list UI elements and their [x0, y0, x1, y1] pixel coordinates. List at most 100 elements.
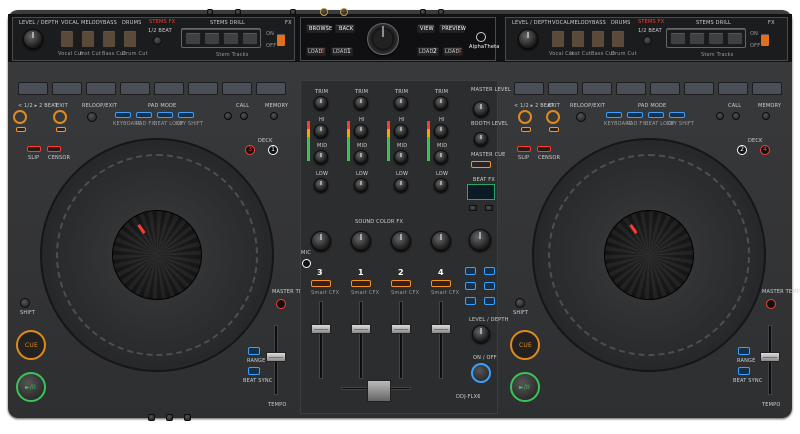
beat-button[interactable] [643, 36, 652, 45]
level-depth-knob[interactable] [472, 325, 490, 343]
stem-bass-button[interactable] [591, 30, 605, 48]
beat-sync-button[interactable] [738, 367, 750, 375]
eq-mid-knob[interactable] [394, 150, 408, 164]
load-4-button[interactable]: LOAD 4 [443, 47, 463, 56]
master-tempo-button[interactable] [276, 299, 286, 309]
master-cue-button[interactable] [471, 161, 491, 168]
pad[interactable] [222, 82, 252, 95]
channel-fader[interactable] [311, 324, 331, 334]
back-button[interactable]: BACK [335, 24, 355, 33]
load-1-button[interactable]: LOAD 1 [331, 47, 353, 56]
pad-mode-beatjump[interactable] [648, 112, 664, 118]
pad[interactable] [188, 82, 218, 95]
loop-double-button[interactable] [56, 127, 66, 132]
view-button[interactable]: VIEW [417, 24, 435, 33]
cue-button[interactable]: CUE [16, 330, 46, 360]
shift-button[interactable] [515, 298, 525, 308]
channel-fader[interactable] [351, 324, 371, 334]
beat-fx-channel-button[interactable] [465, 282, 476, 290]
master-level-knob[interactable] [473, 101, 489, 117]
loop-in-button[interactable] [518, 110, 532, 124]
beat-sync-button[interactable] [248, 367, 260, 375]
beat-fx-channel-knob[interactable] [469, 229, 491, 251]
drill-pad[interactable] [204, 32, 220, 45]
stem-drums-button[interactable] [123, 30, 137, 48]
beat-fx-on-button[interactable] [471, 363, 491, 383]
fx-toggle[interactable] [760, 33, 770, 47]
pad-mode-padfx[interactable] [627, 112, 643, 118]
memory-button[interactable] [762, 112, 770, 120]
pad[interactable] [18, 82, 48, 95]
loop-half-button[interactable] [16, 127, 26, 132]
pad[interactable] [120, 82, 150, 95]
pad[interactable] [718, 82, 748, 95]
drill-pad[interactable] [185, 32, 201, 45]
eq-mid-knob[interactable] [434, 150, 448, 164]
drill-pad[interactable] [670, 32, 686, 45]
stem-drums-button[interactable] [611, 30, 625, 48]
color-fx-knob[interactable] [431, 231, 451, 251]
pad-mode-sampler[interactable] [669, 112, 685, 118]
trim-knob[interactable] [354, 96, 368, 110]
color-fx-knob[interactable] [391, 231, 411, 251]
channel-cue-button[interactable] [431, 280, 451, 287]
deck-4-button[interactable]: 4 [760, 145, 770, 155]
load-2-button[interactable]: LOAD 2 [417, 47, 439, 56]
browse-rotary[interactable] [367, 23, 399, 55]
memory-button[interactable] [270, 112, 278, 120]
reloop-button[interactable] [576, 112, 586, 122]
beat-fx-channel-button[interactable] [484, 267, 495, 275]
beat-fx-select[interactable] [485, 205, 493, 211]
pad[interactable] [684, 82, 714, 95]
slip-button[interactable] [27, 146, 41, 152]
censor-button[interactable] [47, 146, 61, 152]
drill-pad[interactable] [708, 32, 724, 45]
pad-mode-hotcue[interactable] [606, 112, 622, 118]
shift-button[interactable] [20, 298, 30, 308]
loop-in-button[interactable] [13, 110, 27, 124]
eq-low-knob[interactable] [434, 178, 448, 192]
drill-pad[interactable] [242, 32, 258, 45]
beat-fx-channel-button[interactable] [465, 297, 476, 305]
trim-knob[interactable] [434, 96, 448, 110]
pad[interactable] [52, 82, 82, 95]
pad[interactable] [650, 82, 680, 95]
deck-1-button[interactable]: 1 [268, 145, 278, 155]
deck-3-button[interactable]: 3 [245, 145, 255, 155]
range-button[interactable] [248, 347, 260, 355]
stem-vocal-button[interactable] [551, 30, 565, 48]
trim-knob[interactable] [314, 96, 328, 110]
deck-2-button[interactable]: 2 [737, 145, 747, 155]
stem-melody-button[interactable] [571, 30, 585, 48]
range-button[interactable] [738, 347, 750, 355]
pad[interactable] [582, 82, 612, 95]
master-tempo-button[interactable] [766, 299, 776, 309]
reloop-button[interactable] [87, 112, 97, 122]
color-fx-knob[interactable] [351, 231, 371, 251]
beat-fx-channel-button[interactable] [484, 297, 495, 305]
stem-melody-button[interactable] [81, 30, 95, 48]
pad[interactable] [548, 82, 578, 95]
color-fx-knob[interactable] [311, 231, 331, 251]
booth-level-knob[interactable] [474, 132, 488, 146]
mic-button[interactable] [302, 259, 311, 268]
beat-button[interactable] [153, 36, 162, 45]
eq-low-knob[interactable] [354, 178, 368, 192]
loop-out-button[interactable] [53, 110, 67, 124]
pad-mode-padfx[interactable] [136, 112, 152, 118]
play-pause-button[interactable]: ►/II [510, 372, 540, 402]
censor-button[interactable] [537, 146, 551, 152]
browse-button[interactable]: BROWSE [306, 24, 332, 33]
level-depth-knob[interactable] [23, 29, 43, 49]
drill-pad[interactable] [223, 32, 239, 45]
fx-toggle[interactable] [276, 33, 286, 47]
channel-cue-button[interactable] [351, 280, 371, 287]
eq-hi-knob[interactable] [314, 124, 328, 138]
slip-button[interactable] [517, 146, 531, 152]
eq-hi-knob[interactable] [394, 124, 408, 138]
call-prev-button[interactable] [716, 112, 724, 120]
pad-mode-beatjump[interactable] [157, 112, 173, 118]
channel-cue-button[interactable] [391, 280, 411, 287]
level-depth-knob[interactable] [518, 29, 538, 49]
cue-button[interactable]: CUE [510, 330, 540, 360]
